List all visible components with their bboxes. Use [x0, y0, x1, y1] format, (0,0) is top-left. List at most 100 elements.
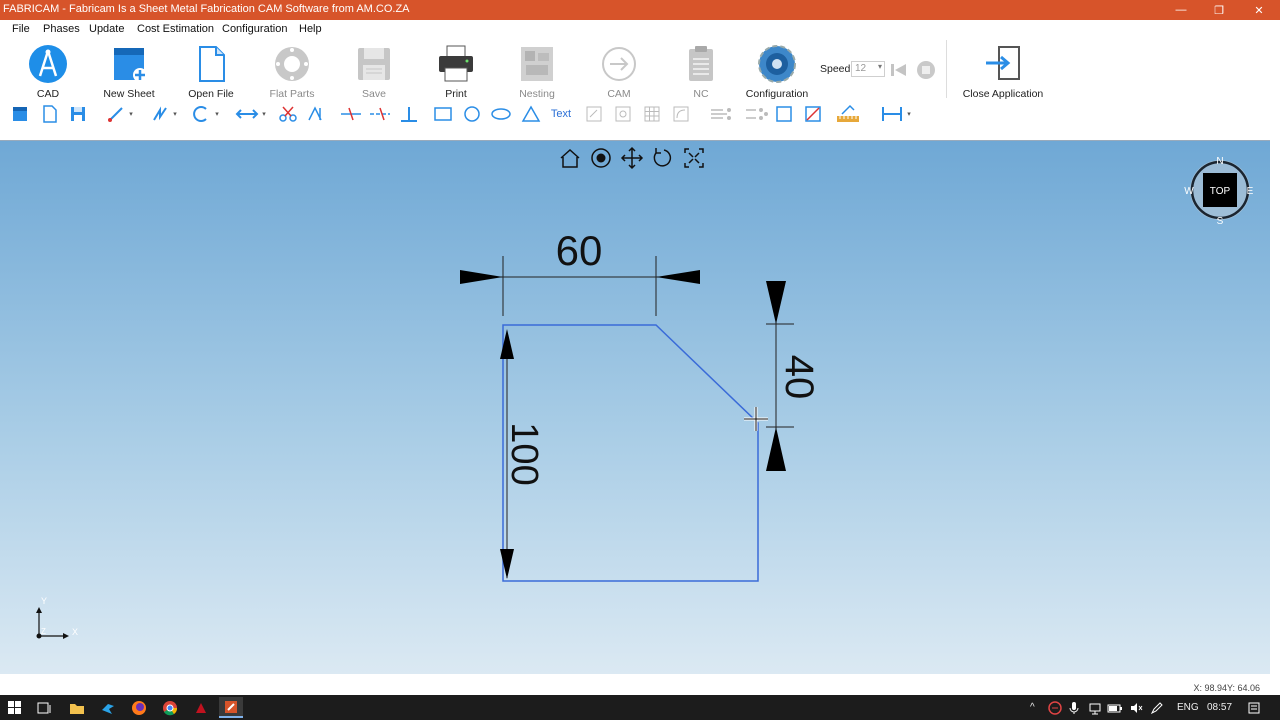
menu-cost-estimation[interactable]: Cost Estimation: [137, 23, 214, 35]
chamfer-dimension[interactable]: 40: [766, 281, 821, 471]
polygon-tool[interactable]: [520, 104, 542, 124]
taskbar-firefox[interactable]: [127, 697, 151, 718]
new-sheet-button[interactable]: New Sheet: [93, 42, 165, 100]
flat-parts-icon: [275, 47, 309, 81]
configuration-button[interactable]: Configuration: [741, 42, 813, 100]
width-dimension[interactable]: 60: [460, 227, 700, 316]
nesting-button[interactable]: Nesting: [501, 42, 573, 100]
dimension-tool[interactable]: [234, 104, 260, 124]
polyline-tool[interactable]: [149, 104, 171, 124]
drawing-canvas[interactable]: 60 100 40 TOP N S E W Y X Z: [0, 141, 1270, 675]
arc-tool[interactable]: [190, 104, 212, 124]
restore-button[interactable]: ❐: [1200, 0, 1238, 20]
chevron-down-icon: ▾: [262, 111, 266, 118]
compass-tool-icon: [29, 45, 67, 83]
task-view-icon: [37, 702, 51, 713]
horizontal-dimension-dropdown[interactable]: ▾: [903, 104, 915, 124]
taskbar-app-red[interactable]: [189, 697, 213, 718]
print-button[interactable]: Print: [420, 42, 492, 100]
close-window-button[interactable]: ✕: [1240, 0, 1278, 20]
perpendicular-tool[interactable]: [398, 104, 420, 124]
delete-frame-tool[interactable]: [802, 104, 824, 124]
dimension-tool-dropdown[interactable]: ▾: [258, 104, 270, 124]
rotate-view-button[interactable]: [653, 148, 672, 167]
layers-tool[interactable]: [9, 104, 31, 124]
taskbar-chrome[interactable]: [158, 697, 182, 718]
compass-north[interactable]: N: [1216, 156, 1223, 167]
firefox-icon: [132, 700, 146, 715]
open-file-button[interactable]: Open File: [175, 42, 247, 100]
compass-west[interactable]: W: [1184, 186, 1194, 197]
distribute-tool[interactable]: [743, 104, 769, 124]
grid-array-tool[interactable]: [641, 104, 663, 124]
bird-app-icon: [102, 703, 114, 714]
break-tool[interactable]: [340, 104, 362, 124]
save-tool[interactable]: [67, 104, 89, 124]
stop-button[interactable]: [916, 60, 936, 80]
close-application-button[interactable]: Close Application: [962, 42, 1044, 100]
task-view-button[interactable]: [32, 697, 56, 718]
flat-parts-button[interactable]: Flat Parts: [256, 42, 328, 100]
step-back-button[interactable]: [888, 61, 908, 79]
menu-update[interactable]: Update: [89, 23, 124, 35]
cam-button[interactable]: CAM: [583, 42, 655, 100]
fit-view-button[interactable]: [684, 148, 704, 168]
line-tool[interactable]: [105, 104, 127, 124]
arc-tool-dropdown[interactable]: ▾: [211, 104, 223, 124]
distribute-icon: [746, 108, 768, 120]
view-compass[interactable]: TOP N S E W: [1184, 156, 1253, 227]
taskbar-file-explorer[interactable]: [65, 697, 89, 718]
rectangle-tool[interactable]: [432, 104, 454, 124]
horizontal-dimension-tool[interactable]: [880, 104, 904, 124]
speed-select[interactable]: 12 ▾: [851, 61, 885, 77]
extend-tool[interactable]: [304, 104, 326, 124]
minimize-icon: —: [1175, 4, 1187, 16]
taskbar-fabricam[interactable]: [219, 697, 243, 718]
align-tool[interactable]: [708, 104, 734, 124]
clock[interactable]: 08:57: [1207, 702, 1232, 713]
compass-south[interactable]: S: [1217, 216, 1224, 227]
line-icon: [108, 107, 123, 122]
slot-icon: [586, 106, 602, 122]
polyline-icon: [153, 106, 167, 121]
fillet-tool[interactable]: [670, 104, 692, 124]
menu-help[interactable]: Help: [299, 23, 322, 35]
save-ribbon-button[interactable]: Save: [338, 42, 410, 100]
chevron-down-icon: ▾: [129, 111, 133, 118]
polyline-tool-dropdown[interactable]: ▾: [169, 104, 181, 124]
minimize-button[interactable]: —: [1162, 0, 1200, 20]
pattern-tool[interactable]: [612, 104, 634, 124]
start-button[interactable]: [3, 697, 27, 718]
drawing-toolbar: ▾ ▾ ▾ ▾ Text ▾: [0, 102, 1280, 126]
circle-tool[interactable]: [461, 104, 483, 124]
break-two-tool[interactable]: [369, 104, 391, 124]
menu-phases[interactable]: Phases: [43, 23, 80, 35]
show-hidden-icons[interactable]: ^: [1030, 702, 1035, 713]
compass-east[interactable]: E: [1247, 186, 1254, 197]
arc-icon: [193, 106, 207, 122]
nc-button[interactable]: NC: [665, 42, 737, 100]
text-tool[interactable]: Text: [546, 104, 576, 124]
action-center-button[interactable]: [1242, 697, 1266, 718]
pan-button[interactable]: [620, 146, 644, 170]
open-tool[interactable]: [38, 104, 60, 124]
language-indicator[interactable]: ENG: [1177, 702, 1199, 713]
menu-file[interactable]: File: [12, 23, 30, 35]
ellipse-tool[interactable]: [490, 104, 512, 124]
axis-z-label: Z: [41, 627, 46, 636]
height-dimension[interactable]: 100: [500, 329, 545, 579]
taskbar-app-blue[interactable]: [96, 697, 120, 718]
tray-pen[interactable]: [1145, 697, 1169, 718]
frame-tool[interactable]: [773, 104, 795, 124]
document-icon: [43, 105, 57, 123]
menu-configuration[interactable]: Configuration: [222, 23, 287, 35]
orbit-button[interactable]: [591, 148, 611, 168]
measure-tool[interactable]: [836, 104, 860, 124]
slot-tool[interactable]: [583, 104, 605, 124]
home-view-button[interactable]: [560, 148, 580, 168]
cad-viewport[interactable]: 60 100 40 TOP N S E W Y X Z: [0, 140, 1270, 674]
line-tool-dropdown[interactable]: ▾: [125, 104, 137, 124]
trim-tool[interactable]: [277, 104, 299, 124]
fabricam-app-icon: [225, 700, 237, 713]
cad-button[interactable]: CAD: [12, 42, 84, 100]
